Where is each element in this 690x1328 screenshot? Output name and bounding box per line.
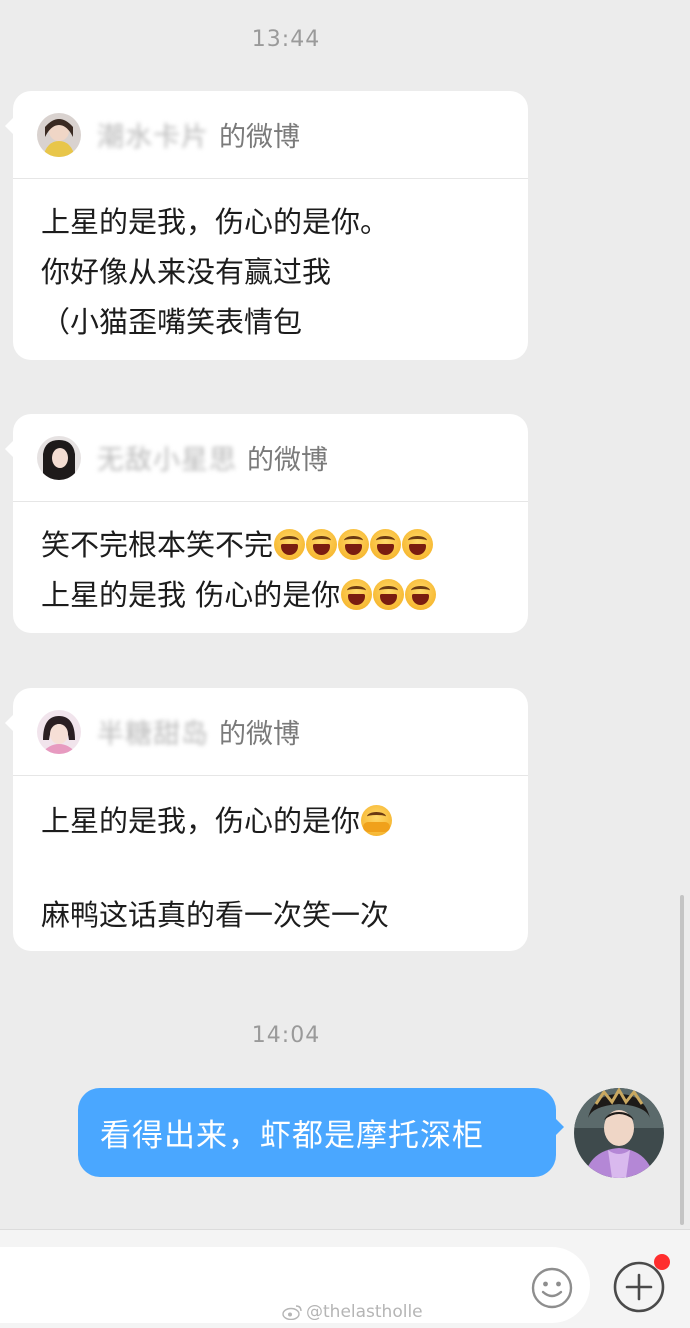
- card-line-text: 上星的是我，伤心的是你: [41, 804, 361, 838]
- smiley-icon[interactable]: [530, 1266, 574, 1310]
- card-line-text: 笑不完根本笑不完: [41, 528, 274, 562]
- avatar[interactable]: [37, 709, 81, 754]
- weibo-share-card[interactable]: 半糖甜岛 的微博 上星的是我，伤心的是你 麻鸭这话真的看一次笑一次: [5, 688, 528, 951]
- laughing-face-icon: [405, 579, 437, 610]
- card-suffix: 的微博: [247, 445, 328, 476]
- avatar[interactable]: [37, 435, 81, 480]
- weibo-logo-icon: [282, 1305, 302, 1320]
- card-suffix: 的微博: [219, 719, 300, 750]
- watermark: @thelastholle: [282, 1302, 423, 1322]
- laughing-face-icon: [402, 529, 434, 560]
- laughing-face-icon: [370, 529, 402, 560]
- card-suffix: 的微博: [219, 122, 300, 153]
- watermark-text: @thelastholle: [306, 1302, 423, 1322]
- card-line: 你好像从来没有赢过我: [41, 255, 332, 289]
- card-header[interactable]: 潮水卡片 的微博: [13, 91, 528, 179]
- card-line: （小猫歪嘴笑表情包: [41, 305, 303, 339]
- card-line: 上星的是我，伤心的是你: [41, 798, 504, 845]
- timestamp: 13:44: [251, 27, 321, 52]
- card-line: 上星的是我，伤心的是你。: [41, 205, 390, 239]
- timestamp: 14:04: [251, 1023, 321, 1048]
- card-body: 笑不完根本笑不完 上星的是我 伤心的是你: [13, 502, 528, 620]
- card-body: 上星的是我，伤心的是你 麻鸭这话真的看一次笑一次: [13, 776, 528, 939]
- laughing-face-icon: [341, 579, 373, 610]
- laughing-face-icon: [338, 529, 370, 560]
- card-author: 无敌小星思: [97, 445, 237, 476]
- my-avatar[interactable]: [574, 1088, 664, 1178]
- laughing-face-icon: [306, 529, 338, 560]
- weibo-share-card[interactable]: 潮水卡片 的微博 上星的是我，伤心的是你。 你好像从来没有赢过我 （小猫歪嘴笑表…: [5, 91, 528, 360]
- card-header[interactable]: 无敌小星思 的微博: [13, 414, 528, 502]
- notification-dot: [654, 1254, 670, 1270]
- hugging-face-icon: [361, 805, 393, 836]
- card-body: 上星的是我，伤心的是你。 你好像从来没有赢过我 （小猫歪嘴笑表情包: [13, 179, 528, 347]
- scrollbar[interactable]: [680, 895, 684, 1225]
- card-line: 笑不完根本笑不完: [41, 520, 504, 570]
- card-line-text: 上星的是我 伤心的是你: [41, 578, 341, 612]
- card-header[interactable]: 半糖甜岛 的微博: [13, 688, 528, 776]
- card-author: 潮水卡片: [97, 122, 209, 153]
- avatar[interactable]: [37, 112, 81, 157]
- outgoing-message-text: 看得出来，虾都是摩托深柜: [100, 1118, 484, 1154]
- card-author: 半糖甜岛: [97, 719, 209, 750]
- weibo-share-card[interactable]: 无敌小星思 的微博 笑不完根本笑不完 上星的是我 伤心的是你: [5, 414, 528, 633]
- card-line: [41, 845, 504, 892]
- laughing-face-icon: [274, 529, 306, 560]
- card-line: 麻鸭这话真的看一次笑一次: [41, 898, 390, 932]
- card-line: 上星的是我 伤心的是你: [41, 570, 504, 620]
- laughing-face-icon: [373, 579, 405, 610]
- outgoing-message-bubble[interactable]: 看得出来，虾都是摩托深柜: [78, 1088, 564, 1177]
